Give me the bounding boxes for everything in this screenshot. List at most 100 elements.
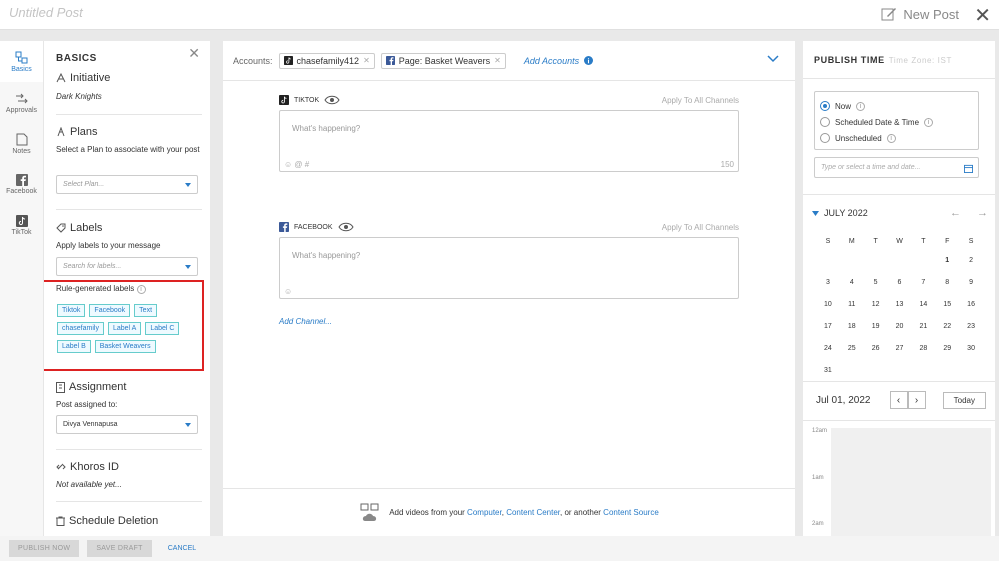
account-chip[interactable]: Page: Basket Weavers ✕ xyxy=(380,52,506,69)
calendar-day[interactable]: 10 xyxy=(816,293,840,315)
add-accounts-link[interactable]: Add Accounts xyxy=(524,56,594,66)
close-panel-icon[interactable]: ✕ xyxy=(188,45,200,62)
facebook-composer[interactable]: What's happening? ☺ xyxy=(279,237,739,299)
nav-item-basics[interactable]: Basics xyxy=(0,41,43,82)
time-label: 1am xyxy=(812,475,824,481)
post-title[interactable]: Untitled Post xyxy=(9,5,83,20)
calendar-day[interactable]: 29 xyxy=(935,337,959,359)
today-button[interactable]: Today xyxy=(942,391,986,409)
calendar-day[interactable]: 8 xyxy=(935,271,959,293)
calendar-day[interactable]: 31 xyxy=(816,359,840,381)
calendar-day[interactable]: 4 xyxy=(840,271,864,293)
previous-month-icon[interactable]: ← xyxy=(950,207,961,219)
calendar-day[interactable]: 21 xyxy=(911,315,935,337)
next-day-icon[interactable]: › xyxy=(907,391,926,409)
computer-link[interactable]: Computer xyxy=(467,508,502,517)
radio-button[interactable] xyxy=(820,133,830,143)
calendar-day[interactable]: 5 xyxy=(864,271,888,293)
timeline-area[interactable] xyxy=(831,428,991,536)
composer-tools[interactable]: ☺ @ # xyxy=(284,160,309,169)
add-channel-link[interactable]: Add Channel... xyxy=(279,317,332,326)
calendar-day[interactable]: 12 xyxy=(864,293,888,315)
calendar-day[interactable]: 13 xyxy=(888,293,912,315)
calendar-day[interactable]: 24 xyxy=(816,337,840,359)
label-tag[interactable]: Facebook xyxy=(89,304,131,317)
info-icon[interactable]: i xyxy=(924,117,934,127)
calendar-day[interactable]: 17 xyxy=(816,315,840,337)
plan-select[interactable]: Select Plan... xyxy=(56,175,198,194)
label-tag[interactable]: Label A xyxy=(107,322,142,335)
previous-day-icon[interactable]: ‹ xyxy=(889,391,908,409)
content-center-link[interactable]: Content Center xyxy=(506,508,560,517)
calendar-day[interactable]: 2 xyxy=(959,249,983,271)
account-name: chasefamily412 xyxy=(296,55,360,66)
label-tag[interactable]: Basket Weavers xyxy=(94,340,156,353)
content-source-link[interactable]: Content Source xyxy=(603,508,659,517)
assignee-value: Divya Vennapusa xyxy=(63,421,118,428)
calendar-day[interactable]: 7 xyxy=(911,271,935,293)
assignee-select[interactable]: Divya Vennapusa xyxy=(56,415,198,434)
calendar-day[interactable]: 11 xyxy=(840,293,864,315)
calendar-header: JULY 2022 ← → xyxy=(812,207,988,219)
radio-button[interactable] xyxy=(820,117,830,127)
radio-button[interactable] xyxy=(820,101,830,111)
account-chip[interactable]: chasefamily412 ✕ xyxy=(278,52,375,69)
apply-to-all-channels[interactable]: Apply To All Channels xyxy=(662,96,739,105)
save-draft-button[interactable]: SAVE DRAFT xyxy=(87,540,152,557)
info-icon[interactable]: i xyxy=(886,133,896,143)
nav-item-notes[interactable]: Notes xyxy=(0,123,43,164)
close-icon[interactable]: ✕ xyxy=(974,3,991,28)
calendar-day[interactable]: 6 xyxy=(888,271,912,293)
chevron-down-icon[interactable] xyxy=(767,55,779,63)
info-icon[interactable]: i xyxy=(856,101,866,111)
calendar-day[interactable]: 23 xyxy=(959,315,983,337)
calendar-day[interactable]: 15 xyxy=(935,293,959,315)
calendar-day[interactable]: 20 xyxy=(888,315,912,337)
datetime-input[interactable]: Type or select a time and date... xyxy=(814,157,979,178)
composer-tools[interactable]: ☺ xyxy=(284,287,292,296)
calendar-day[interactable]: 30 xyxy=(959,337,983,359)
nav-item-approvals[interactable]: Approvals xyxy=(0,82,43,123)
eye-icon[interactable] xyxy=(337,222,354,232)
nav-item-facebook[interactable]: Facebook xyxy=(0,164,43,205)
label-tag[interactable]: Text xyxy=(134,304,158,317)
radio-scheduled[interactable]: Scheduled Date & Time i xyxy=(820,114,973,130)
calendar-day[interactable]: 19 xyxy=(864,315,888,337)
nav-item-label: Basics xyxy=(11,65,32,73)
label-tag[interactable]: Label B xyxy=(57,340,91,353)
calendar-icon[interactable] xyxy=(964,164,973,173)
caret-down-icon[interactable] xyxy=(812,210,819,216)
calendar-day[interactable]: 28 xyxy=(911,337,935,359)
tiktok-composer[interactable]: What's happening? ☺ @ # 150 xyxy=(279,110,739,172)
publish-now-button[interactable]: PUBLISH NOW xyxy=(9,540,80,557)
divider xyxy=(56,501,202,502)
calendar-day[interactable]: 18 xyxy=(840,315,864,337)
radio-now[interactable]: Now i xyxy=(820,98,973,114)
calendar-day[interactable]: 14 xyxy=(911,293,935,315)
top-bar: Untitled Post New Post ✕ xyxy=(0,0,999,30)
remove-icon[interactable]: ✕ xyxy=(494,56,501,65)
radio-label: Unscheduled xyxy=(835,133,882,143)
next-month-icon[interactable]: → xyxy=(977,207,988,219)
apply-to-all-channels[interactable]: Apply To All Channels xyxy=(662,223,739,232)
remove-icon[interactable]: ✕ xyxy=(363,56,370,65)
calendar-day[interactable]: 1 xyxy=(935,249,959,271)
calendar-day[interactable]: 26 xyxy=(864,337,888,359)
cancel-button[interactable]: CANCEL xyxy=(168,545,196,552)
nav-item-tiktok[interactable]: TikTok xyxy=(0,205,43,246)
labels-search-placeholder: Search for labels... xyxy=(63,263,122,270)
eye-icon[interactable] xyxy=(324,95,340,105)
label-tag[interactable]: Label C xyxy=(145,322,180,335)
label-tag[interactable]: chasefamily xyxy=(57,322,104,335)
labels-search-select[interactable]: Search for labels... xyxy=(56,257,198,276)
calendar-day[interactable]: 25 xyxy=(840,337,864,359)
composer-placeholder: What's happening? xyxy=(292,251,361,260)
calendar-day[interactable]: 9 xyxy=(959,271,983,293)
calendar-day[interactable]: 16 xyxy=(959,293,983,315)
calendar-day[interactable]: 27 xyxy=(888,337,912,359)
info-icon[interactable]: i xyxy=(136,285,146,294)
label-tag[interactable]: Tiktok xyxy=(57,304,86,317)
radio-unscheduled[interactable]: Unscheduled i xyxy=(820,130,973,146)
calendar-day[interactable]: 3 xyxy=(816,271,840,293)
calendar-day[interactable]: 22 xyxy=(935,315,959,337)
